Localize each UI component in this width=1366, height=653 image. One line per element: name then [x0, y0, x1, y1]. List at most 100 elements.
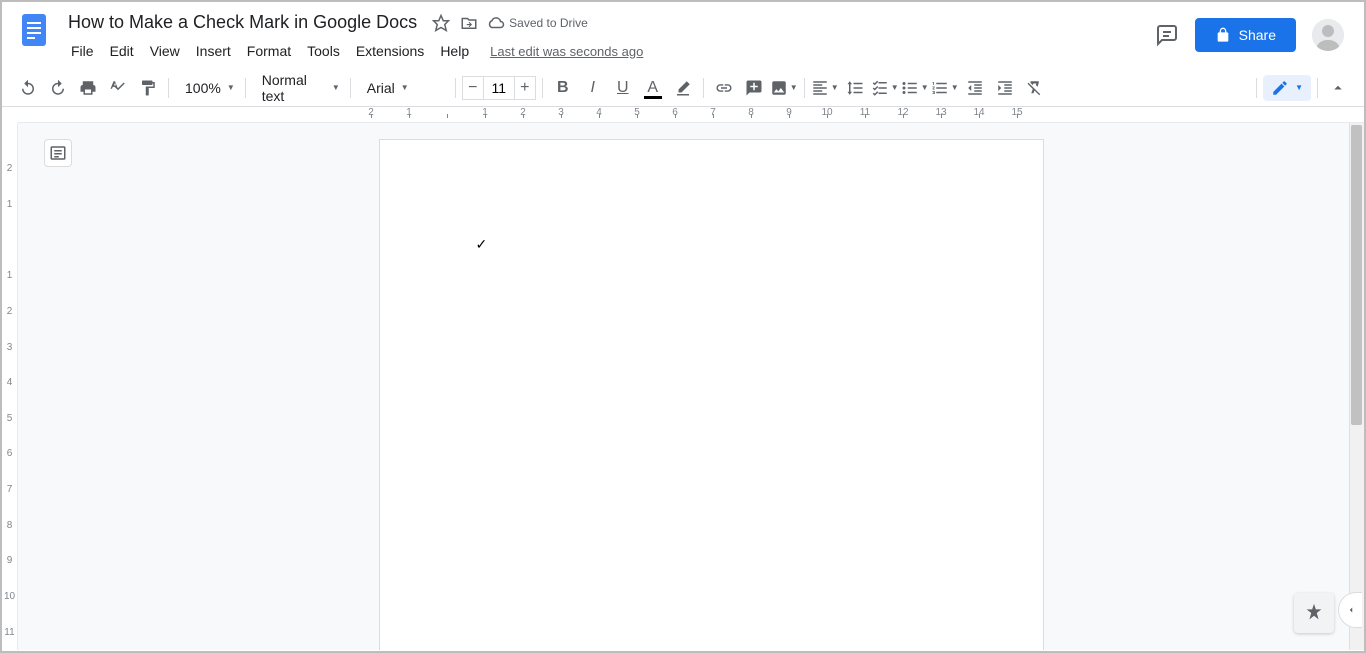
ruler-tick: 5 — [7, 400, 13, 436]
canvas: 2 1 1 2 3 4 5 6 7 8 9 10 11 ✓ — [2, 123, 1364, 650]
separator — [703, 78, 704, 98]
spellcheck-button[interactable] — [104, 74, 132, 102]
account-avatar[interactable] — [1312, 19, 1344, 51]
ruler-tick: 12 — [884, 107, 922, 118]
italic-button[interactable]: I — [579, 74, 607, 102]
page-area[interactable]: ✓ — [18, 123, 1364, 650]
move-icon[interactable] — [459, 13, 479, 33]
zoom-value: 100% — [185, 80, 221, 96]
document-title[interactable]: How to Make a Check Mark in Google Docs — [62, 10, 423, 35]
editing-mode-button[interactable]: ▼ — [1263, 75, 1311, 101]
document-content[interactable]: ✓ — [476, 236, 488, 252]
saved-status[interactable]: Saved to Drive — [487, 14, 588, 32]
highlight-button[interactable] — [669, 74, 697, 102]
explore-button[interactable] — [1294, 593, 1334, 633]
share-button[interactable]: Share — [1195, 18, 1296, 52]
style-value: Normal text — [262, 72, 326, 104]
font-combo[interactable]: Arial▼ — [357, 75, 449, 101]
font-value: Arial — [367, 80, 395, 96]
horizontal-ruler[interactable]: 2 1 1 2 3 4 5 6 7 8 9 10 11 12 13 14 15 — [18, 107, 1364, 123]
separator — [245, 78, 246, 98]
ruler-tick: 1 — [466, 107, 504, 118]
title-row: How to Make a Check Mark in Google Docs … — [62, 10, 1155, 35]
increase-font-button[interactable]: + — [514, 76, 536, 100]
menu-help[interactable]: Help — [433, 39, 476, 63]
docs-logo[interactable] — [14, 10, 54, 50]
vertical-ruler[interactable]: 2 1 1 2 3 4 5 6 7 8 9 10 11 — [2, 123, 18, 650]
separator — [1317, 78, 1318, 98]
style-combo[interactable]: Normal text ▼ — [252, 75, 344, 101]
menu-insert[interactable]: Insert — [189, 39, 238, 63]
menu-edit[interactable]: Edit — [103, 39, 141, 63]
ruler-tick: 7 — [7, 472, 13, 508]
pencil-icon — [1271, 79, 1289, 97]
ruler-tick: 1 — [7, 187, 13, 223]
clear-format-button[interactable] — [1021, 74, 1049, 102]
ruler-tick: 11 — [4, 614, 14, 650]
ruler-tick: 2 — [7, 294, 13, 330]
decrease-indent-button[interactable] — [961, 74, 989, 102]
menu-format[interactable]: Format — [240, 39, 298, 63]
ruler-tick: 8 — [7, 507, 13, 543]
separator — [168, 78, 169, 98]
ruler-tick: 4 — [7, 365, 13, 401]
last-edit-link[interactable]: Last edit was seconds ago — [490, 44, 643, 59]
redo-button[interactable] — [44, 74, 72, 102]
ruler-tick: 14 — [960, 107, 998, 118]
font-size-input[interactable] — [484, 76, 514, 100]
insert-link-button[interactable] — [710, 74, 738, 102]
bullet-list-button[interactable]: ▼ — [901, 74, 929, 102]
bold-button[interactable]: B — [549, 74, 577, 102]
star-icon[interactable] — [431, 13, 451, 33]
ruler-tick: 10 — [4, 579, 15, 615]
document-page[interactable]: ✓ — [379, 139, 1044, 650]
ruler-tick: 13 — [922, 107, 960, 118]
print-button[interactable] — [74, 74, 102, 102]
ruler-tick: 1 — [390, 107, 428, 118]
insert-comment-button[interactable] — [740, 74, 768, 102]
ruler-tick: 4 — [580, 107, 618, 118]
ruler-tick: 11 — [846, 107, 884, 118]
ruler-tick — [428, 107, 466, 118]
align-button[interactable]: ▼ — [811, 74, 839, 102]
menu-extensions[interactable]: Extensions — [349, 39, 431, 63]
decrease-font-button[interactable]: − — [462, 76, 484, 100]
comments-icon[interactable] — [1155, 23, 1179, 47]
undo-button[interactable] — [14, 74, 42, 102]
ruler-tick: 9 — [7, 543, 13, 579]
zoom-combo[interactable]: 100%▼ — [175, 75, 239, 101]
ruler-tick: 8 — [732, 107, 770, 118]
ruler-tick: 2 — [352, 107, 390, 118]
checklist-button[interactable]: ▼ — [871, 74, 899, 102]
header: How to Make a Check Mark in Google Docs … — [2, 2, 1364, 63]
menu-bar: File Edit View Insert Format Tools Exten… — [62, 39, 1155, 63]
paint-format-button[interactable] — [134, 74, 162, 102]
vertical-scrollbar[interactable] — [1349, 123, 1364, 650]
increase-indent-button[interactable] — [991, 74, 1019, 102]
menu-tools[interactable]: Tools — [300, 39, 347, 63]
chevron-down-icon: ▼ — [1295, 83, 1303, 92]
separator — [350, 78, 351, 98]
menu-view[interactable]: View — [143, 39, 187, 63]
underline-button[interactable]: U — [609, 74, 637, 102]
ruler-tick: 6 — [656, 107, 694, 118]
ruler-tick: 3 — [542, 107, 580, 118]
insert-image-button[interactable]: ▼ — [770, 74, 798, 102]
ruler-tick: 1 — [7, 258, 13, 294]
chevron-down-icon: ▼ — [332, 83, 340, 92]
numbered-list-button[interactable]: ▼ — [931, 74, 959, 102]
text-color-button[interactable]: A — [639, 74, 667, 102]
collapse-toolbar-button[interactable] — [1324, 74, 1352, 102]
font-size-group: − + — [462, 76, 536, 100]
saved-status-text: Saved to Drive — [509, 16, 588, 30]
separator — [542, 78, 543, 98]
scrollbar-thumb[interactable] — [1351, 125, 1362, 425]
toolbar-right: ▼ — [1252, 74, 1352, 102]
separator — [455, 78, 456, 98]
ruler-tick: 15 — [998, 107, 1036, 118]
menu-file[interactable]: File — [64, 39, 101, 63]
show-outline-button[interactable] — [44, 139, 72, 167]
toolbar: 100%▼ Normal text▼ Arial▼ − + B I U A ▼ … — [2, 69, 1364, 107]
line-spacing-button[interactable] — [841, 74, 869, 102]
ruler-tick: 7 — [694, 107, 732, 118]
